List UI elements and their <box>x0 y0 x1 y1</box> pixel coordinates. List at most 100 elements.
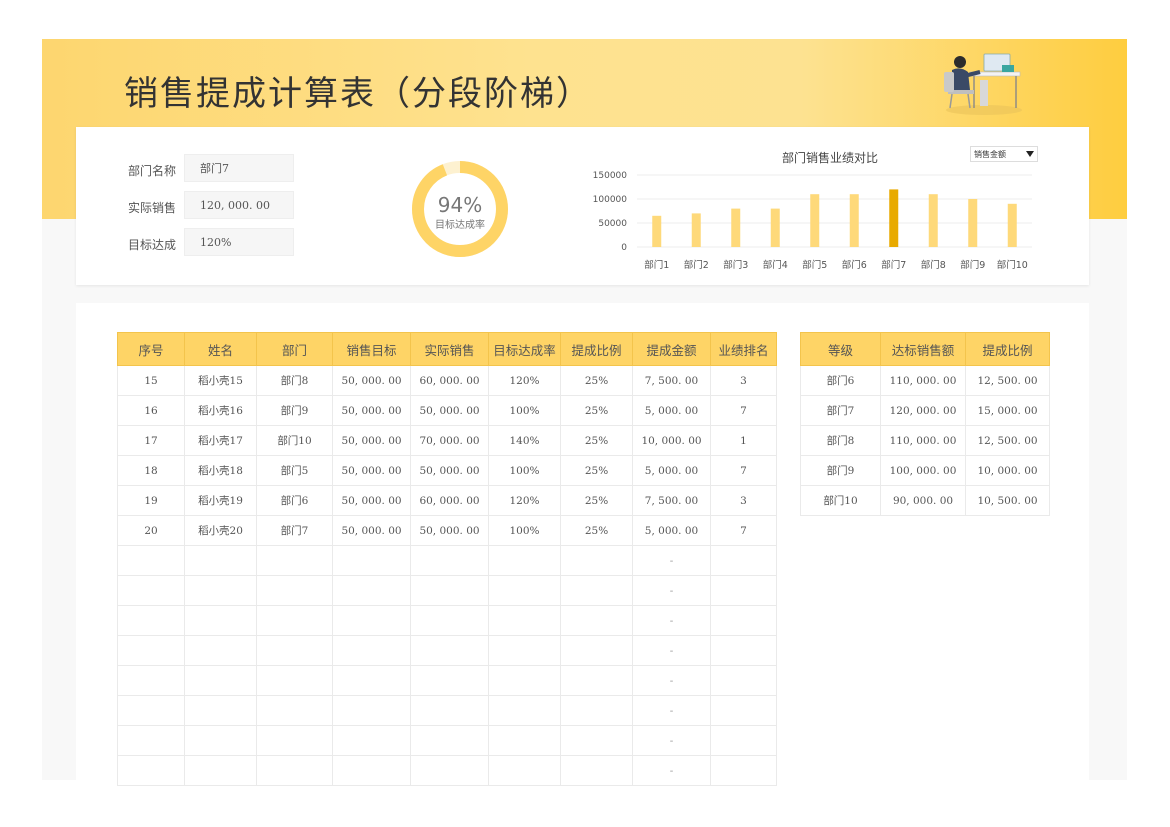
table-cell[interactable] <box>332 545 411 576</box>
table-cell[interactable] <box>256 635 333 666</box>
table-cell[interactable]: 部门8 <box>800 425 881 456</box>
table-cell[interactable] <box>332 635 411 666</box>
table-cell[interactable]: 50, 000. 00 <box>332 425 411 456</box>
table-cell[interactable]: 7 <box>710 455 777 486</box>
table-cell[interactable]: 25% <box>560 485 633 516</box>
table-cell[interactable]: 7, 500. 00 <box>632 365 711 396</box>
table-cell[interactable] <box>117 665 185 696</box>
table-cell[interactable] <box>184 545 257 576</box>
metric-dropdown[interactable]: 销售金额 <box>970 146 1038 162</box>
table-cell[interactable]: 100% <box>488 455 561 486</box>
table-cell[interactable]: 稻小壳20 <box>184 515 257 546</box>
table-cell[interactable]: 部门6 <box>800 365 881 396</box>
table-cell[interactable] <box>410 605 489 636</box>
table-cell[interactable] <box>332 665 411 696</box>
table-cell[interactable] <box>184 575 257 606</box>
table-cell[interactable]: 110, 000. 00 <box>880 365 966 396</box>
table-cell[interactable]: 50, 000. 00 <box>410 515 489 546</box>
table-cell[interactable]: 5, 000. 00 <box>632 515 711 546</box>
table-cell[interactable] <box>184 695 257 726</box>
table-cell[interactable]: 50, 000. 00 <box>332 455 411 486</box>
table-cell[interactable]: 部门9 <box>800 455 881 486</box>
table-cell[interactable]: 部门8 <box>256 365 333 396</box>
table-cell[interactable]: 15, 000. 00 <box>965 395 1050 426</box>
table-cell[interactable]: 120% <box>488 485 561 516</box>
table-cell[interactable] <box>710 575 777 606</box>
table-cell[interactable]: 50, 000. 00 <box>332 395 411 426</box>
table-cell[interactable]: - <box>632 695 711 726</box>
table-cell[interactable]: 稻小壳17 <box>184 425 257 456</box>
table-cell[interactable] <box>117 575 185 606</box>
table-cell[interactable]: 50, 000. 00 <box>332 485 411 516</box>
table-cell[interactable]: 17 <box>117 425 185 456</box>
table-cell[interactable] <box>488 635 561 666</box>
table-cell[interactable]: 12, 500. 00 <box>965 425 1050 456</box>
table-cell[interactable]: 19 <box>117 485 185 516</box>
table-cell[interactable] <box>488 575 561 606</box>
table-cell[interactable]: 60, 000. 00 <box>410 365 489 396</box>
table-cell[interactable]: 稻小壳15 <box>184 365 257 396</box>
table-cell[interactable] <box>488 725 561 756</box>
table-cell[interactable]: 18 <box>117 455 185 486</box>
table-cell[interactable]: 120, 000. 00 <box>880 395 966 426</box>
table-cell[interactable]: - <box>632 755 711 786</box>
table-cell[interactable]: 100% <box>488 515 561 546</box>
table-cell[interactable] <box>560 665 633 696</box>
table-cell[interactable]: 16 <box>117 395 185 426</box>
table-cell[interactable]: 110, 000. 00 <box>880 425 966 456</box>
table-cell[interactable]: 1 <box>710 425 777 456</box>
table-cell[interactable]: 稻小壳19 <box>184 485 257 516</box>
table-cell[interactable]: 15 <box>117 365 185 396</box>
table-cell[interactable] <box>117 695 185 726</box>
table-cell[interactable] <box>410 725 489 756</box>
table-cell[interactable]: 部门7 <box>800 395 881 426</box>
table-cell[interactable] <box>410 575 489 606</box>
table-cell[interactable]: 7, 500. 00 <box>632 485 711 516</box>
table-cell[interactable] <box>256 725 333 756</box>
table-cell[interactable]: 部门9 <box>256 395 333 426</box>
table-cell[interactable]: 稻小壳16 <box>184 395 257 426</box>
table-cell[interactable] <box>560 635 633 666</box>
table-cell[interactable] <box>410 545 489 576</box>
table-cell[interactable] <box>410 755 489 786</box>
table-cell[interactable]: 25% <box>560 455 633 486</box>
table-cell[interactable] <box>117 605 185 636</box>
table-cell[interactable]: - <box>632 725 711 756</box>
table-cell[interactable]: 25% <box>560 425 633 456</box>
table-cell[interactable]: 7 <box>710 515 777 546</box>
table-cell[interactable] <box>256 545 333 576</box>
table-cell[interactable] <box>184 605 257 636</box>
table-cell[interactable]: 10, 000. 00 <box>965 455 1050 486</box>
table-cell[interactable] <box>410 665 489 696</box>
table-cell[interactable]: 部门7 <box>256 515 333 546</box>
table-cell[interactable] <box>117 725 185 756</box>
table-cell[interactable]: 12, 500. 00 <box>965 365 1050 396</box>
table-cell[interactable]: 100% <box>488 395 561 426</box>
table-cell[interactable]: 50, 000. 00 <box>332 515 411 546</box>
table-cell[interactable]: - <box>632 545 711 576</box>
table-cell[interactable]: 100, 000. 00 <box>880 455 966 486</box>
table-cell[interactable] <box>184 635 257 666</box>
table-cell[interactable] <box>488 695 561 726</box>
table-cell[interactable] <box>560 755 633 786</box>
table-cell[interactable]: 50, 000. 00 <box>410 395 489 426</box>
table-cell[interactable]: - <box>632 575 711 606</box>
table-cell[interactable] <box>332 755 411 786</box>
table-cell[interactable] <box>560 725 633 756</box>
department-input[interactable]: 部门7 <box>184 154 294 182</box>
table-cell[interactable] <box>184 725 257 756</box>
table-cell[interactable]: 10, 500. 00 <box>965 485 1050 516</box>
table-cell[interactable]: 20 <box>117 515 185 546</box>
table-cell[interactable] <box>117 635 185 666</box>
table-cell[interactable] <box>332 575 411 606</box>
table-cell[interactable] <box>710 635 777 666</box>
table-cell[interactable] <box>117 545 185 576</box>
table-cell[interactable]: 50, 000. 00 <box>332 365 411 396</box>
table-cell[interactable]: 部门5 <box>256 455 333 486</box>
table-cell[interactable] <box>710 605 777 636</box>
table-cell[interactable] <box>488 605 561 636</box>
table-cell[interactable] <box>710 755 777 786</box>
table-cell[interactable] <box>488 665 561 696</box>
table-cell[interactable] <box>710 545 777 576</box>
table-cell[interactable] <box>710 725 777 756</box>
